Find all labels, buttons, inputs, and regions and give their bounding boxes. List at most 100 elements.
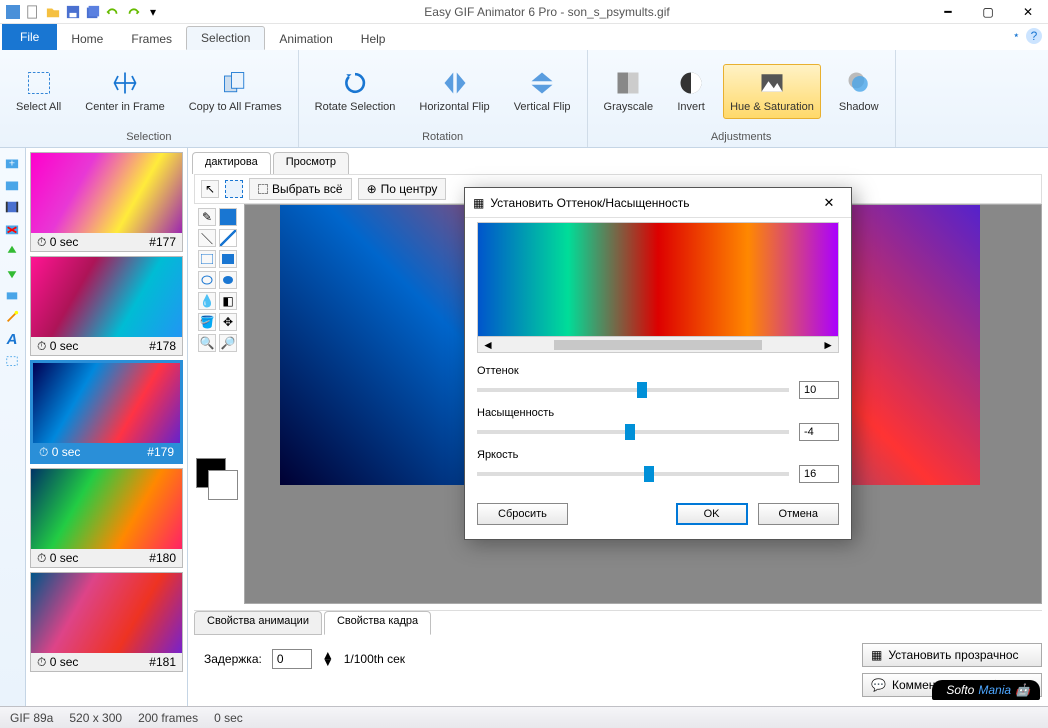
effect-icon[interactable] <box>2 286 22 304</box>
dialog-icon: ▦ <box>473 196 484 210</box>
center-btn[interactable]: ⊕По центру <box>358 178 447 200</box>
film-icon[interactable] <box>2 198 22 216</box>
app-icon[interactable] <box>4 3 22 21</box>
file-tab[interactable]: File <box>2 24 57 50</box>
copy-all-frames-button[interactable]: Copy to All Frames <box>183 65 288 117</box>
text-icon[interactable]: A <box>2 330 22 348</box>
tab-anim-props[interactable]: Свойства анимации <box>194 611 322 635</box>
new-icon[interactable] <box>24 3 42 21</box>
group-label-rotation: Rotation <box>309 129 577 145</box>
tab-selection[interactable]: Selection <box>186 26 265 50</box>
frame-item[interactable]: ⏱ 0 sec#177 <box>30 152 183 252</box>
cancel-button[interactable]: Отмена <box>758 503 839 525</box>
maximize-button[interactable]: ▢ <box>968 0 1008 24</box>
tab-frame-props[interactable]: Свойства кадра <box>324 611 431 635</box>
insert-frame-icon[interactable] <box>2 176 22 194</box>
delete-frame-icon[interactable] <box>2 220 22 238</box>
status-giftype: GIF 89a <box>10 711 53 725</box>
tab-preview[interactable]: Просмотр <box>273 152 349 174</box>
save-icon[interactable] <box>64 3 82 21</box>
select-all-btn[interactable]: Выбрать всё <box>249 178 352 200</box>
hue-value[interactable] <box>799 381 839 399</box>
move-down-icon[interactable] <box>2 264 22 282</box>
frame-thumbnail <box>31 257 182 337</box>
save-all-icon[interactable] <box>84 3 102 21</box>
delay-unit: 1/100th сек <box>344 652 405 666</box>
wand-icon[interactable] <box>2 308 22 326</box>
frame-thumbnail <box>31 573 182 653</box>
frame-thumbnail <box>31 469 182 549</box>
rect-icon[interactable] <box>198 250 216 268</box>
ellipse-icon[interactable] <box>198 271 216 289</box>
background-color-swatch[interactable] <box>208 470 238 500</box>
center-frame-button[interactable]: Center in Frame <box>79 65 170 117</box>
move-icon[interactable]: ✥ <box>219 313 237 331</box>
shape-icon[interactable] <box>2 352 22 370</box>
pencil-icon[interactable]: ✎ <box>198 208 216 226</box>
pointer-icon[interactable]: ↖ <box>201 180 219 198</box>
shadow-button[interactable]: Shadow <box>833 65 885 117</box>
add-frame-icon[interactable]: + <box>2 154 22 172</box>
invert-button[interactable]: Invert <box>671 65 711 117</box>
brightness-value[interactable] <box>799 465 839 483</box>
reset-button[interactable]: Сбросить <box>477 503 568 525</box>
delay-stepper[interactable]: ▲▼ <box>322 652 334 666</box>
svg-text:+: + <box>9 158 15 170</box>
hue-saturation-button[interactable]: Hue & Saturation <box>723 64 821 118</box>
brightness-slider[interactable] <box>477 472 789 476</box>
close-button[interactable]: ✕ <box>1008 0 1048 24</box>
hue-saturation-dialog: ▦ Установить Оттенок/Насыщенность ✕ ◄► О… <box>464 187 852 540</box>
hflip-button[interactable]: Horizontal Flip <box>413 65 495 117</box>
saturation-value[interactable] <box>799 423 839 441</box>
minimize-button[interactable]: ━ <box>928 0 968 24</box>
fill-icon[interactable]: 🪣 <box>198 313 216 331</box>
ellipse-fill-icon[interactable] <box>219 271 237 289</box>
undo-icon[interactable] <box>104 3 122 21</box>
zoom-out-icon[interactable]: 🔎 <box>219 334 237 352</box>
dialog-close-button[interactable]: ✕ <box>815 192 843 214</box>
redo-icon[interactable] <box>124 3 142 21</box>
tool-palette: ✎ ＼ 💧 ◧ 🪣 ✥ 🔍 🔎 <box>194 204 244 604</box>
move-up-icon[interactable] <box>2 242 22 260</box>
qa-dropdown-icon[interactable]: ▾ <box>144 3 162 21</box>
tab-home[interactable]: Home <box>57 28 117 50</box>
tab-help[interactable]: Help <box>347 28 400 50</box>
frames-panel[interactable]: ⏱ 0 sec#177 ⏱ 0 sec#178 ⏱ 0 sec#179 ⏱ 0 … <box>26 148 188 706</box>
titlebar: ▾ Easy GIF Animator 6 Pro - son_s_psymul… <box>0 0 1048 24</box>
frame-item[interactable]: ⏱ 0 sec#181 <box>30 572 183 672</box>
rotate-button[interactable]: Rotate Selection <box>309 65 402 117</box>
zoom-in-icon[interactable]: 🔍 <box>198 334 216 352</box>
ribbon: Select All Center in Frame Copy to All F… <box>0 50 1048 148</box>
hue-label: Оттенок <box>477 365 839 377</box>
watermark-icon: 🤖 <box>1015 683 1030 697</box>
line1-icon[interactable] <box>219 208 237 226</box>
line3-icon[interactable] <box>219 229 237 247</box>
eraser-icon[interactable]: ◧ <box>219 292 237 310</box>
delay-input[interactable] <box>272 649 312 669</box>
frame-item[interactable]: ⏱ 0 sec#178 <box>30 256 183 356</box>
collapse-ribbon-icon[interactable]: ⋆ <box>1012 28 1020 44</box>
frame-item[interactable]: ⏱ 0 sec#179 <box>30 360 183 464</box>
select-all-button[interactable]: Select All <box>10 65 67 117</box>
ribbon-group-adjustments: Grayscale Invert Hue & Saturation Shadow… <box>588 50 896 147</box>
help-icon[interactable]: ? <box>1026 28 1042 44</box>
hue-slider[interactable] <box>477 388 789 392</box>
scroll-left-icon[interactable]: ◄ <box>482 338 494 352</box>
grayscale-button[interactable]: Grayscale <box>598 65 660 117</box>
marquee-icon[interactable] <box>225 180 243 198</box>
saturation-slider[interactable] <box>477 430 789 434</box>
eyedropper-icon[interactable]: 💧 <box>198 292 216 310</box>
scroll-right-icon[interactable]: ► <box>822 338 834 352</box>
open-icon[interactable] <box>44 3 62 21</box>
line2-icon[interactable]: ＼ <box>198 229 216 247</box>
tab-animation[interactable]: Animation <box>265 28 346 50</box>
frame-item[interactable]: ⏱ 0 sec#180 <box>30 468 183 568</box>
dialog-title: Установить Оттенок/Насыщенность <box>490 196 815 210</box>
vflip-button[interactable]: Vertical Flip <box>508 65 577 117</box>
rect-fill-icon[interactable] <box>219 250 237 268</box>
tab-frames[interactable]: Frames <box>117 28 186 50</box>
set-transparency-button[interactable]: ▦Установить прозрачнос <box>862 643 1042 667</box>
tab-edit[interactable]: дактирова <box>192 152 271 174</box>
ok-button[interactable]: OK <box>676 503 748 525</box>
preview-scrollbar[interactable]: ◄► <box>477 337 839 353</box>
